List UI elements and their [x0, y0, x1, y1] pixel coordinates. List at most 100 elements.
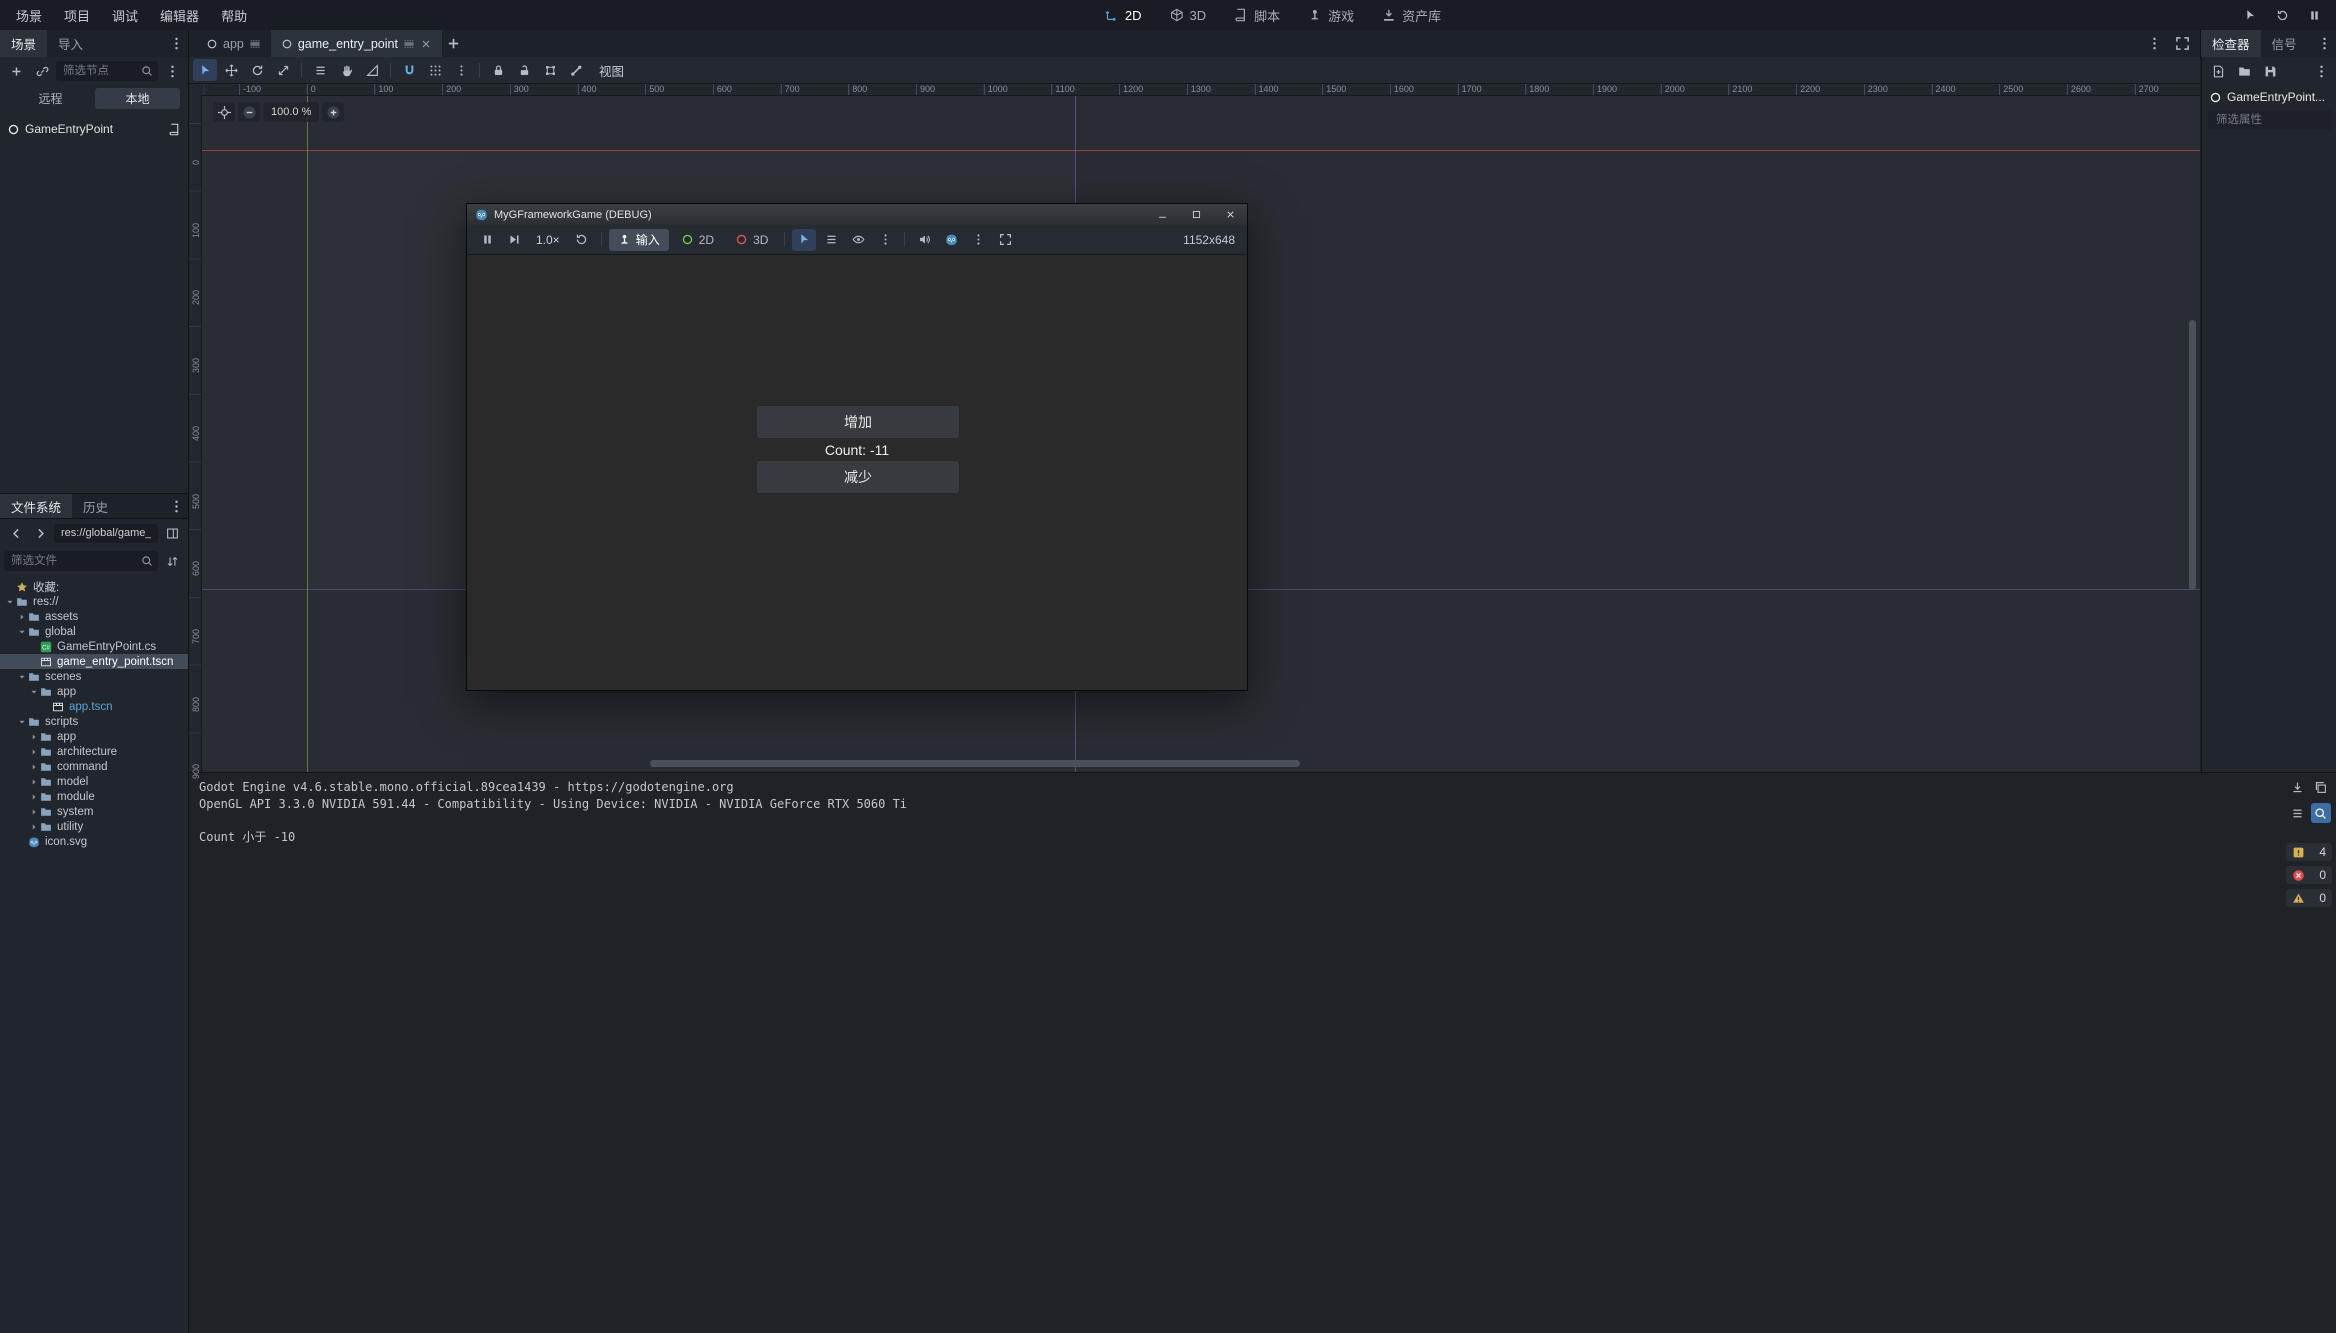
- expand-icon[interactable]: [28, 763, 39, 771]
- filesystem-tabs-menu-icon[interactable]: [164, 495, 188, 517]
- debug-menu[interactable]: 调试: [102, 3, 148, 28]
- window-close-icon[interactable]: [1213, 204, 1247, 225]
- window-minimize-icon[interactable]: [1145, 204, 1179, 225]
- script-icon[interactable]: [168, 123, 181, 136]
- fs-item-app.tscn[interactable]: app.tscn: [0, 699, 188, 714]
- collapse-icon[interactable]: [16, 718, 27, 726]
- group-node-icon[interactable]: [538, 59, 562, 81]
- fs-item-app[interactable]: app: [0, 729, 188, 744]
- scene-dock-tab-scene[interactable]: 场景: [0, 30, 47, 57]
- fs-item-global[interactable]: global: [0, 624, 188, 639]
- messages-counter[interactable]: 4: [2286, 843, 2332, 861]
- workspace-3d[interactable]: 3D: [1157, 5, 1218, 26]
- visibility-toggle-icon[interactable]: [846, 229, 870, 251]
- camera-2d-toggle-button[interactable]: 2D: [672, 229, 723, 251]
- filesystem-tab-filesystem[interactable]: 文件系统: [0, 494, 72, 518]
- fs-item-utility[interactable]: utility: [0, 819, 188, 834]
- new-resource-icon[interactable]: [2206, 60, 2230, 82]
- remote-button[interactable]: 远程: [8, 88, 93, 109]
- inspected-node-row[interactable]: GameEntryPoint...: [2202, 85, 2336, 109]
- filesystem-tab-history[interactable]: 历史: [72, 494, 119, 518]
- fs-item-assets[interactable]: assets: [0, 609, 188, 624]
- distraction-free-icon[interactable]: [2170, 33, 2194, 55]
- vertical-scrollbar[interactable]: [2189, 320, 2196, 590]
- scene-dock-tab-import[interactable]: 导入: [47, 30, 94, 57]
- history-forward-icon[interactable]: [28, 522, 52, 544]
- fs-item-system[interactable]: system: [0, 804, 188, 819]
- fs-item-scenes[interactable]: scenes: [0, 669, 188, 684]
- vertical-ruler[interactable]: 0100200300400500600700800900: [189, 95, 202, 772]
- inspector-tab-signals[interactable]: 信号: [2261, 30, 2308, 57]
- errors-counter[interactable]: 0: [2286, 866, 2332, 884]
- new-scene-tab-icon[interactable]: [442, 33, 466, 55]
- increment-button[interactable]: 增加: [756, 405, 960, 439]
- fs-item-architecture[interactable]: architecture: [0, 744, 188, 759]
- fs-item-model[interactable]: model: [0, 774, 188, 789]
- pick-window-icon[interactable]: [2238, 4, 2262, 26]
- help-menu[interactable]: 帮助: [211, 3, 257, 28]
- lock-node-icon[interactable]: [486, 59, 510, 81]
- scene-menu[interactable]: 场景: [6, 3, 52, 28]
- game-select-mode-icon[interactable]: [792, 229, 816, 251]
- skeleton-options-icon[interactable]: [564, 59, 588, 81]
- current-path-input[interactable]: [59, 526, 153, 540]
- workspace-assetlib[interactable]: 资产库: [1370, 3, 1453, 28]
- scene-filter-input[interactable]: [61, 64, 137, 78]
- collapse-icon[interactable]: [28, 688, 39, 696]
- inspector-menu-icon[interactable]: [2309, 60, 2333, 82]
- zoom-out-button[interactable]: [238, 102, 260, 122]
- unlock-node-icon[interactable]: [512, 59, 536, 81]
- zoom-in-button[interactable]: [322, 102, 344, 122]
- workspace-game[interactable]: 游戏: [1296, 3, 1366, 28]
- expand-icon[interactable]: [28, 823, 39, 831]
- fs-item-gameentrypoint.cs[interactable]: C#GameEntryPoint.cs: [0, 639, 188, 654]
- save-resource-icon[interactable]: [2258, 60, 2282, 82]
- tab-app[interactable]: app: [196, 30, 271, 57]
- fs-item-res-[interactable]: res://: [0, 594, 188, 609]
- fs-item-command[interactable]: command: [0, 759, 188, 774]
- collapse-icon[interactable]: [16, 673, 27, 681]
- node-pick-list-icon[interactable]: [819, 229, 843, 251]
- input-toggle-button[interactable]: 输入: [609, 229, 669, 251]
- file-filter-box[interactable]: [4, 551, 158, 571]
- scene-dock-tabs-menu-icon[interactable]: [164, 33, 188, 55]
- center-view-icon[interactable]: [213, 102, 235, 122]
- speed-dropdown[interactable]: 1.0×: [529, 233, 567, 247]
- view-menu[interactable]: 视图: [590, 61, 633, 80]
- decrement-button[interactable]: 减少: [756, 460, 960, 494]
- scroll-to-bottom-icon[interactable]: [2288, 777, 2308, 797]
- fs-item-app[interactable]: app: [0, 684, 188, 699]
- ruler-tool-icon[interactable]: [360, 59, 384, 81]
- canvas-2d[interactable]: 100.0 % MyGFrameworkGame (DEBUG) 1.0× 输入…: [201, 95, 2200, 772]
- search-output-icon[interactable]: [2311, 803, 2331, 823]
- game-window-titlebar[interactable]: MyGFrameworkGame (DEBUG): [467, 204, 1247, 225]
- scale-tool-icon[interactable]: [271, 59, 295, 81]
- select-tool-icon[interactable]: [193, 59, 217, 81]
- workspace-2d[interactable]: 2D: [1093, 5, 1154, 26]
- scene-tabs-menu-icon[interactable]: [2142, 33, 2166, 55]
- tab-game-entry-point[interactable]: game_entry_point: [271, 30, 442, 57]
- add-node-icon[interactable]: [4, 60, 28, 82]
- workspace-script[interactable]: 脚本: [1222, 3, 1292, 28]
- copy-output-icon[interactable]: [2311, 777, 2331, 797]
- list-select-tool-icon[interactable]: [308, 59, 332, 81]
- scene-tree-root-node[interactable]: GameEntryPoint: [0, 120, 188, 138]
- pan-tool-icon[interactable]: [334, 59, 358, 81]
- fullscreen-toggle-icon[interactable]: [993, 229, 1017, 251]
- project-menu[interactable]: 项目: [54, 3, 100, 28]
- mute-audio-icon[interactable]: [912, 229, 936, 251]
- rotate-tool-icon[interactable]: [245, 59, 269, 81]
- window-maximize-icon[interactable]: [1179, 204, 1213, 225]
- expand-icon[interactable]: [28, 808, 39, 816]
- scene-dock-menu-icon[interactable]: [160, 60, 184, 82]
- toggle-split-mode-icon[interactable]: [160, 522, 184, 544]
- collapse-icon[interactable]: [16, 628, 27, 636]
- fs-item-game-entry-point.tscn[interactable]: game_entry_point.tscn: [0, 654, 188, 669]
- game-menu-icon[interactable]: [966, 229, 990, 251]
- output-filter-list-icon[interactable]: [2288, 803, 2308, 823]
- warnings-counter[interactable]: 0: [2286, 889, 2332, 907]
- editor-menu[interactable]: 编辑器: [150, 3, 209, 28]
- camera-3d-toggle-button[interactable]: 3D: [726, 229, 777, 251]
- fs-item-scripts[interactable]: scripts: [0, 714, 188, 729]
- property-filter-box[interactable]: [2208, 110, 2331, 130]
